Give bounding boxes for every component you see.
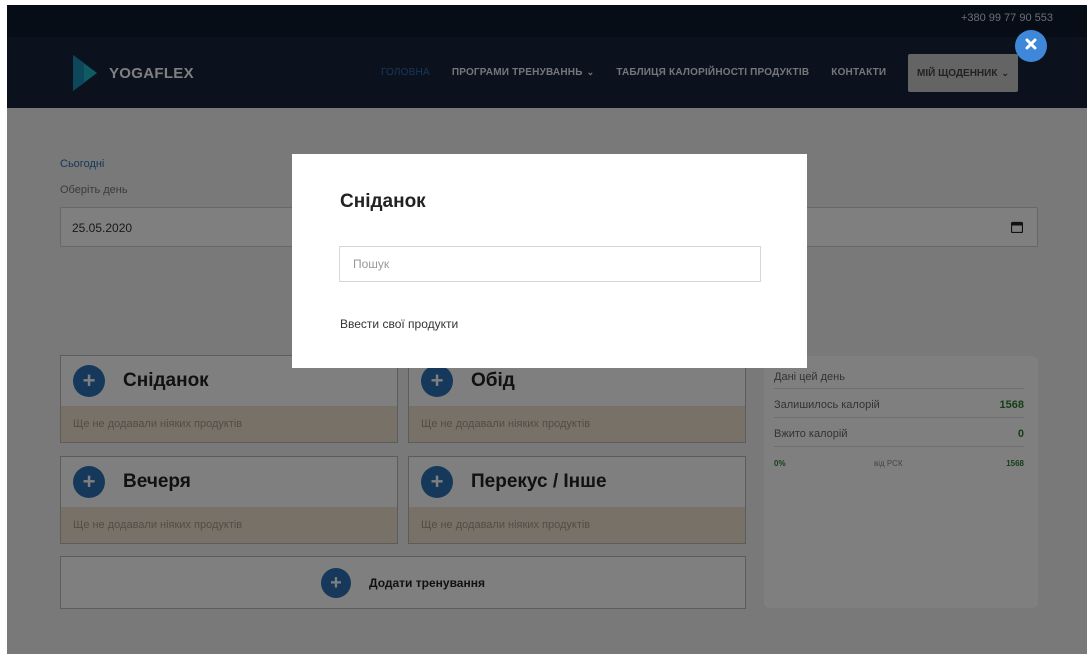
- page: +380 99 77 90 553 YOGAFLEX ГОЛОВНА ПРОГР…: [7, 5, 1087, 654]
- close-button[interactable]: [1015, 30, 1047, 62]
- enter-own-products-link[interactable]: Ввести свої продукти: [340, 317, 458, 331]
- modal-title: Сніданок: [340, 191, 426, 212]
- search-input[interactable]: [339, 246, 761, 282]
- close-icon: [1025, 37, 1037, 55]
- add-product-modal: Сніданок Ввести свої продукти: [292, 154, 807, 368]
